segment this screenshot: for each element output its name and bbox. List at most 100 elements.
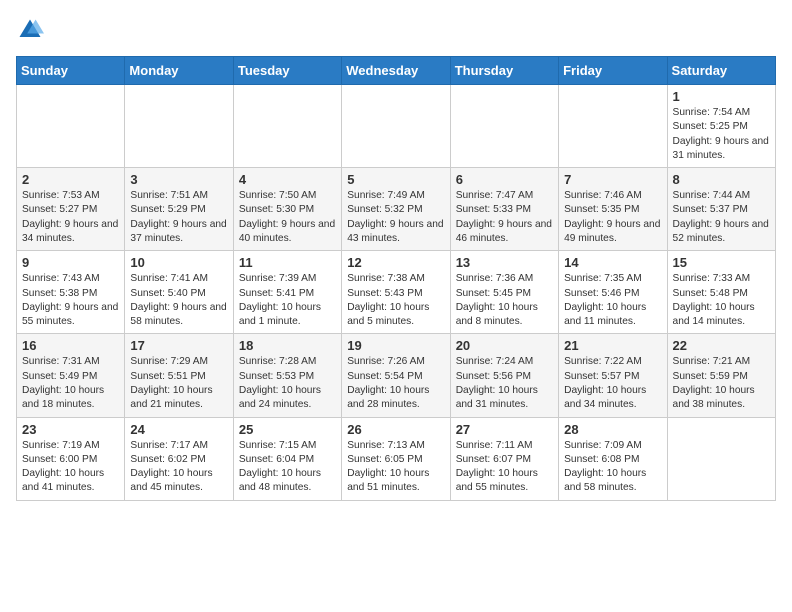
day-number: 17 (130, 338, 227, 353)
day-info: Sunrise: 7:36 AM Sunset: 5:45 PM Dayligh… (456, 272, 553, 329)
day-info: Sunrise: 7:43 AM Sunset: 5:38 PM Dayligh… (22, 272, 119, 329)
day-info: Sunrise: 7:51 AM Sunset: 5:29 PM Dayligh… (130, 189, 227, 246)
calendar-cell (342, 85, 450, 168)
day-number: 26 (347, 422, 444, 437)
calendar-week-row: 1Sunrise: 7:54 AM Sunset: 5:25 PM Daylig… (17, 85, 776, 168)
day-info: Sunrise: 7:28 AM Sunset: 5:53 PM Dayligh… (239, 355, 336, 412)
calendar-cell: 8 Sunrise: 7:44 AM Sunset: 5:37 PM Daylig… (667, 168, 775, 251)
calendar-cell: 14 Sunrise: 7:35 AM Sunset: 5:46 PM Dayli… (559, 251, 667, 334)
calendar-cell: 20 Sunrise: 7:24 AM Sunset: 5:56 PM Dayli… (450, 334, 558, 417)
day-info: Sunrise: 7:29 AM Sunset: 5:51 PM Dayligh… (130, 355, 227, 412)
day-info: Sunrise: 7:38 AM Sunset: 5:43 PM Dayligh… (347, 272, 444, 329)
day-info: Sunrise: 7:17 AM Sunset: 6:02 PM Dayligh… (130, 439, 227, 496)
calendar-cell: 13 Sunrise: 7:36 AM Sunset: 5:45 PM Dayli… (450, 251, 558, 334)
calendar-cell: 12 Sunrise: 7:38 AM Sunset: 5:43 PM Dayli… (342, 251, 450, 334)
calendar-cell: 10 Sunrise: 7:41 AM Sunset: 5:40 PM Dayli… (125, 251, 233, 334)
calendar-cell: 11 Sunrise: 7:39 AM Sunset: 5:41 PM Dayli… (233, 251, 341, 334)
logo (16, 16, 48, 44)
calendar-cell: 6Sunrise: 7:47 AM Sunset: 5:33 PM Daylig… (450, 168, 558, 251)
day-info: Sunrise: 7:31 AM Sunset: 5:49 PM Dayligh… (22, 355, 119, 412)
calendar-cell: 7 Sunrise: 7:46 AM Sunset: 5:35 PM Daylig… (559, 168, 667, 251)
day-number: 11 (239, 255, 336, 270)
day-info: Sunrise: 7:35 AM Sunset: 5:46 PM Dayligh… (564, 272, 661, 329)
day-number: 8 (673, 172, 770, 187)
day-info: Sunrise: 7:33 AM Sunset: 5:48 PM Dayligh… (673, 272, 770, 329)
day-info: Sunrise: 7:21 AM Sunset: 5:59 PM Dayligh… (673, 355, 770, 412)
day-number: 2 (22, 172, 119, 187)
day-number: 23 (22, 422, 119, 437)
day-number: 24 (130, 422, 227, 437)
calendar-week-row: 16 Sunrise: 7:31 AM Sunset: 5:49 PM Dayli… (17, 334, 776, 417)
calendar-cell: 9 Sunrise: 7:43 AM Sunset: 5:38 PM Daylig… (17, 251, 125, 334)
day-number: 13 (456, 255, 553, 270)
calendar-cell (125, 85, 233, 168)
calendar-cell: 23 Sunrise: 7:19 AM Sunset: 6:00 PM Dayli… (17, 417, 125, 500)
calendar-cell: 16 Sunrise: 7:31 AM Sunset: 5:49 PM Dayli… (17, 334, 125, 417)
day-number: 12 (347, 255, 444, 270)
calendar-cell: 28 Sunrise: 7:09 AM Sunset: 6:08 PM Dayli… (559, 417, 667, 500)
calendar-week-row: 23 Sunrise: 7:19 AM Sunset: 6:00 PM Dayli… (17, 417, 776, 500)
day-info: Sunrise: 7:09 AM Sunset: 6:08 PM Dayligh… (564, 439, 661, 496)
calendar-cell: 3 Sunrise: 7:51 AM Sunset: 5:29 PM Daylig… (125, 168, 233, 251)
day-info: Sunrise: 7:15 AM Sunset: 6:04 PM Dayligh… (239, 439, 336, 496)
day-info: Sunrise: 7:24 AM Sunset: 5:56 PM Dayligh… (456, 355, 553, 412)
calendar-cell: 21 Sunrise: 7:22 AM Sunset: 5:57 PM Dayli… (559, 334, 667, 417)
calendar-cell: 17 Sunrise: 7:29 AM Sunset: 5:51 PM Dayli… (125, 334, 233, 417)
calendar-cell: 24 Sunrise: 7:17 AM Sunset: 6:02 PM Dayli… (125, 417, 233, 500)
day-number: 4 (239, 172, 336, 187)
calendar-cell (667, 417, 775, 500)
day-number: 5 (347, 172, 444, 187)
day-number: 20 (456, 338, 553, 353)
day-info: Sunrise: 7:39 AM Sunset: 5:41 PM Dayligh… (239, 272, 336, 329)
day-number: 10 (130, 255, 227, 270)
day-info: Sunrise: 7:19 AM Sunset: 6:00 PM Dayligh… (22, 439, 119, 496)
calendar-week-row: 9 Sunrise: 7:43 AM Sunset: 5:38 PM Daylig… (17, 251, 776, 334)
logo-icon (16, 16, 44, 44)
calendar-cell: 4 Sunrise: 7:50 AM Sunset: 5:30 PM Daylig… (233, 168, 341, 251)
day-number: 25 (239, 422, 336, 437)
day-number: 28 (564, 422, 661, 437)
calendar-cell: 26 Sunrise: 7:13 AM Sunset: 6:05 PM Dayli… (342, 417, 450, 500)
day-number: 19 (347, 338, 444, 353)
day-info: Sunrise: 7:11 AM Sunset: 6:07 PM Dayligh… (456, 439, 553, 496)
calendar-header-row: SundayMondayTuesdayWednesdayThursdayFrid… (17, 57, 776, 85)
calendar-table: SundayMondayTuesdayWednesdayThursdayFrid… (16, 56, 776, 501)
day-info: Sunrise: 7:44 AM Sunset: 5:37 PM Dayligh… (673, 189, 770, 246)
day-header-tuesday: Tuesday (233, 57, 341, 85)
calendar-cell: 2 Sunrise: 7:53 AM Sunset: 5:27 PM Daylig… (17, 168, 125, 251)
day-number: 7 (564, 172, 661, 187)
calendar-cell: 25 Sunrise: 7:15 AM Sunset: 6:04 PM Dayli… (233, 417, 341, 500)
calendar-cell: 15Sunrise: 7:33 AM Sunset: 5:48 PM Dayli… (667, 251, 775, 334)
day-header-friday: Friday (559, 57, 667, 85)
calendar-cell: 19Sunrise: 7:26 AM Sunset: 5:54 PM Dayli… (342, 334, 450, 417)
day-info: Sunrise: 7:46 AM Sunset: 5:35 PM Dayligh… (564, 189, 661, 246)
day-number: 22 (673, 338, 770, 353)
calendar-cell (17, 85, 125, 168)
day-info: Sunrise: 7:50 AM Sunset: 5:30 PM Dayligh… (239, 189, 336, 246)
day-info: Sunrise: 7:54 AM Sunset: 5:25 PM Dayligh… (673, 106, 770, 163)
day-number: 3 (130, 172, 227, 187)
day-info: Sunrise: 7:13 AM Sunset: 6:05 PM Dayligh… (347, 439, 444, 496)
calendar-cell (450, 85, 558, 168)
day-number: 9 (22, 255, 119, 270)
calendar-cell: 18 Sunrise: 7:28 AM Sunset: 5:53 PM Dayli… (233, 334, 341, 417)
day-header-thursday: Thursday (450, 57, 558, 85)
day-header-saturday: Saturday (667, 57, 775, 85)
day-number: 21 (564, 338, 661, 353)
calendar-cell (559, 85, 667, 168)
day-number: 16 (22, 338, 119, 353)
calendar-cell: 22 Sunrise: 7:21 AM Sunset: 5:59 PM Dayli… (667, 334, 775, 417)
day-info: Sunrise: 7:49 AM Sunset: 5:32 PM Dayligh… (347, 189, 444, 246)
calendar-cell: 27 Sunrise: 7:11 AM Sunset: 6:07 PM Dayli… (450, 417, 558, 500)
calendar-cell (233, 85, 341, 168)
day-info: Sunrise: 7:41 AM Sunset: 5:40 PM Dayligh… (130, 272, 227, 329)
day-number: 18 (239, 338, 336, 353)
page-header (16, 16, 776, 44)
day-number: 14 (564, 255, 661, 270)
day-info: Sunrise: 7:22 AM Sunset: 5:57 PM Dayligh… (564, 355, 661, 412)
day-number: 27 (456, 422, 553, 437)
day-number: 6 (456, 172, 553, 187)
day-info: Sunrise: 7:53 AM Sunset: 5:27 PM Dayligh… (22, 189, 119, 246)
calendar-cell: 1Sunrise: 7:54 AM Sunset: 5:25 PM Daylig… (667, 85, 775, 168)
day-header-monday: Monday (125, 57, 233, 85)
